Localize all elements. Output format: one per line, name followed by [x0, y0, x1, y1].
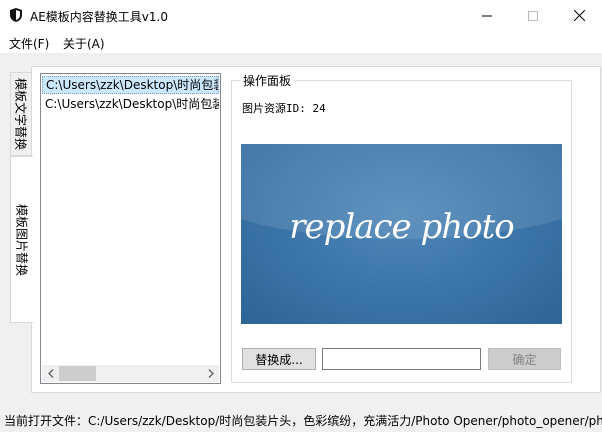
menu-file[interactable]: 文件(F) — [9, 35, 49, 52]
shield-icon — [10, 8, 22, 22]
chevron-right-icon — [208, 369, 214, 378]
image-preview: replace photo — [241, 144, 562, 324]
preview-text: replace photo — [289, 207, 515, 247]
scroll-right-button[interactable] — [202, 365, 219, 382]
scroll-left-button[interactable] — [42, 365, 59, 382]
resource-id-label: 图片资源ID: 24 — [242, 102, 326, 115]
close-icon — [573, 10, 585, 21]
confirm-button[interactable]: 确定 — [488, 348, 561, 370]
horizontal-scrollbar[interactable] — [42, 365, 219, 382]
operation-panel-title: 操作面板 — [240, 72, 295, 89]
list-item[interactable]: C:\Users\zzk\Desktop\时尚包装 — [42, 76, 219, 94]
vertical-tab-strip: 模板文字替换 模板图片替换 — [10, 66, 33, 393]
maximize-button[interactable] — [510, 0, 556, 31]
menu-about[interactable]: 关于(A) — [63, 35, 105, 52]
file-list[interactable]: C:\Users\zzk\Desktop\时尚包装 C:\Users\zzk\D… — [40, 73, 221, 384]
replace-with-button[interactable]: 替换成... — [242, 348, 316, 370]
menu-bar: 文件(F) 关于(A) — [0, 31, 602, 54]
tab-image-replace[interactable]: 模板图片替换 — [10, 156, 33, 323]
tab-text-replace-label: 模板文字替换 — [13, 77, 28, 151]
title-bar: AE模板内容替换工具v1.0 — [0, 0, 602, 31]
scroll-thumb[interactable] — [59, 366, 96, 381]
window-title: AE模板内容替换工具v1.0 — [30, 10, 168, 24]
tab-image-replace-label: 模板图片替换 — [14, 203, 29, 276]
replacement-path-input[interactable] — [322, 348, 481, 370]
status-bar: 当前打开文件：C:/Users/zzk/Desktop/时尚包装片头，色彩缤纷，… — [4, 414, 602, 428]
close-button[interactable] — [556, 0, 602, 31]
maximize-icon — [528, 10, 538, 21]
tab-text-replace[interactable]: 模板文字替换 — [10, 72, 32, 156]
chevron-left-icon — [47, 369, 53, 378]
minimize-button[interactable] — [464, 0, 510, 31]
minimize-icon — [482, 15, 492, 16]
list-item[interactable]: C:\Users\zzk\Desktop\时尚包装 — [42, 95, 219, 113]
